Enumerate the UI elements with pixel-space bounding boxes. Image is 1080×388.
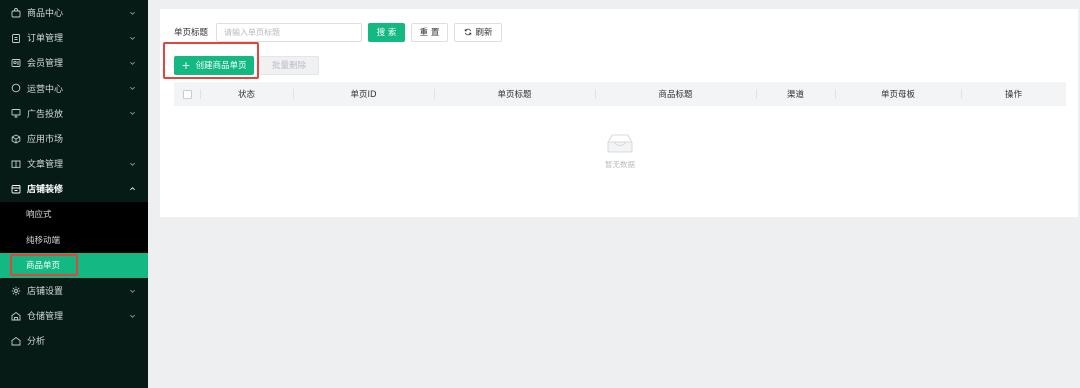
content-card: 单页标题 搜 索 重 置 刷新 + 创建商品单页 批量删除 状态 单页ID 单页… [160, 9, 1078, 217]
column-header-page-title: 单页标题 [434, 82, 595, 106]
sidebar-item-label: 店铺设置 [27, 287, 64, 298]
column-header-product-title: 商品标题 [595, 82, 756, 106]
column-header-channel: 渠道 [756, 82, 835, 106]
chevron-down-icon [130, 61, 135, 65]
search-bar: 单页标题 搜 索 重 置 刷新 [174, 22, 503, 42]
sidebar-item-label: 运营中心 [27, 84, 64, 95]
clipboard-icon [11, 33, 21, 43]
sidebar-item-label: 店铺装修 [27, 185, 64, 196]
bag-icon [11, 7, 21, 18]
chevron-down-icon [130, 86, 135, 91]
store-icon [11, 184, 21, 194]
member-icon [11, 58, 21, 68]
select-all-cell [174, 82, 200, 106]
circle-icon [11, 83, 21, 93]
select-all-checkbox[interactable] [182, 89, 192, 99]
sidebar-item-label: 应用市场 [27, 135, 64, 146]
sidebar-subitem-responsive[interactable]: 响应式 [0, 202, 148, 228]
create-button-label: 创建商品单页 [195, 61, 247, 71]
reset-button[interactable]: 重 置 [411, 22, 449, 42]
sidebar-subitem-product-single-page[interactable]: 商品单页 [0, 252, 148, 278]
chevron-down-icon [130, 11, 135, 15]
sidebar-item-label: 分析 [27, 337, 46, 348]
sidebar-item-store-decoration[interactable]: 店铺装修 [0, 176, 148, 201]
sidebar-item-ads[interactable]: 广告投放 [0, 101, 148, 126]
chevron-down-icon [130, 289, 135, 293]
empty-box-icon [607, 134, 633, 153]
sidebar-item-goods-center[interactable]: 商品中心 [0, 0, 148, 25]
column-header-actions: 操作 [961, 82, 1066, 106]
sidebar-item-analytics[interactable]: 分析 [0, 328, 148, 353]
sidebar-item-store-settings[interactable]: 店铺设置 [0, 278, 148, 303]
plus-icon: + [181, 58, 191, 72]
sidebar-item-label: 会员管理 [27, 59, 64, 70]
refresh-icon [464, 28, 471, 36]
column-header-page-template: 单页母板 [835, 82, 961, 106]
chevron-up-icon [130, 186, 135, 191]
book-icon [11, 159, 21, 169]
create-product-page-button[interactable]: + 创建商品单页 [174, 55, 254, 75]
chevron-down-icon [130, 112, 135, 116]
search-input[interactable] [216, 22, 363, 42]
empty-state: 暂无数据 [174, 132, 1066, 170]
gear-icon [11, 286, 21, 296]
sidebar: 商品中心 订单管理 会员管理 运营中心 广告投放 应用市场 文章管理 店铺装修 … [0, 0, 148, 388]
refresh-button[interactable]: 刷新 [454, 22, 503, 42]
refresh-label: 刷新 [475, 28, 493, 38]
action-bar: + 创建商品单页 批量删除 [174, 55, 319, 75]
chevron-down-icon [130, 314, 135, 318]
sidebar-item-label: 广告投放 [27, 109, 64, 120]
sidebar-submenu-store-decoration: 响应式 纯移动端 商品单页 [0, 201, 148, 278]
sidebar-item-app-market[interactable]: 应用市场 [0, 126, 148, 151]
sidebar-item-articles[interactable]: 文章管理 [0, 151, 148, 176]
cube-icon [11, 134, 21, 144]
sidebar-item-label: 文章管理 [27, 160, 64, 171]
search-button[interactable]: 搜 索 [368, 22, 406, 42]
column-header-page-id: 单页ID [293, 82, 434, 106]
sidebar-item-label: 订单管理 [27, 34, 64, 45]
home-icon [11, 336, 21, 346]
sidebar-item-label: 商品中心 [27, 9, 64, 20]
sidebar-subitem-mobile-only[interactable]: 纯移动端 [0, 227, 148, 253]
search-label: 单页标题 [174, 28, 209, 38]
warehouse-icon [11, 311, 21, 321]
chevron-down-icon [130, 162, 135, 166]
sidebar-item-label: 仓储管理 [27, 312, 64, 323]
table-header: 状态 单页ID 单页标题 商品标题 渠道 单页母板 操作 [174, 82, 1066, 106]
sidebar-item-warehouse[interactable]: 仓储管理 [0, 303, 148, 328]
pages-table: 状态 单页ID 单页标题 商品标题 渠道 单页母板 操作 暂无数据 [174, 82, 1066, 169]
sidebar-item-members[interactable]: 会员管理 [0, 50, 148, 75]
sidebar-item-orders[interactable]: 订单管理 [0, 25, 148, 50]
column-header-status: 状态 [200, 82, 293, 106]
chevron-down-icon [130, 36, 135, 40]
monitor-icon [11, 108, 21, 118]
empty-state-text: 暂无数据 [605, 160, 635, 169]
sidebar-item-operations[interactable]: 运营中心 [0, 76, 148, 101]
batch-delete-button[interactable]: 批量删除 [259, 55, 319, 75]
